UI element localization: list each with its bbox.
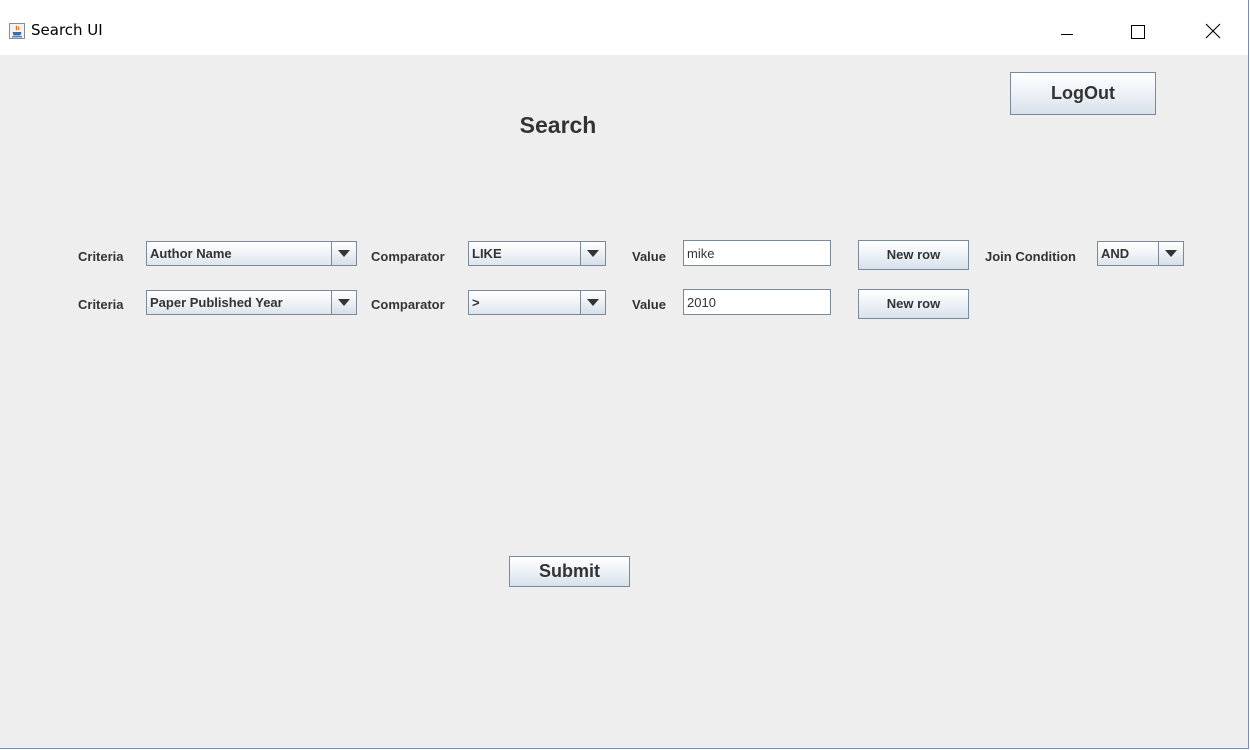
submit-button[interactable]: Submit [509, 556, 630, 587]
search-ui-window: Search UI Search LogOut Criteria Author … [0, 0, 1249, 749]
chevron-down-icon [587, 299, 599, 306]
minimize-button[interactable] [1044, 12, 1090, 52]
criteria-selected-value: Author Name [150, 246, 232, 261]
comparator-selected-value: LIKE [472, 246, 502, 261]
new-row-button[interactable]: New row [858, 240, 969, 270]
new-row-button[interactable]: New row [858, 289, 969, 319]
comparator-selected-value: > [472, 295, 480, 310]
criteria-select[interactable]: Paper Published Year [146, 290, 357, 315]
criteria-select[interactable]: Author Name [146, 241, 357, 266]
close-icon [1205, 23, 1221, 39]
maximize-icon [1131, 25, 1145, 39]
criteria-label: Criteria [78, 249, 124, 264]
join-condition-select[interactable]: AND [1097, 241, 1184, 266]
value-input[interactable] [683, 289, 831, 315]
logout-button[interactable]: LogOut [1010, 72, 1156, 115]
value-input[interactable] [683, 240, 831, 266]
criteria-selected-value: Paper Published Year [150, 295, 283, 310]
chevron-down-icon [338, 299, 350, 306]
dropdown-arrow[interactable] [331, 291, 356, 314]
maximize-button[interactable] [1114, 12, 1160, 52]
comparator-label: Comparator [371, 249, 445, 264]
value-label: Value [632, 249, 666, 264]
join-condition-label: Join Condition [985, 249, 1076, 264]
comparator-select[interactable]: LIKE [468, 241, 606, 266]
value-label: Value [632, 297, 666, 312]
dropdown-arrow[interactable] [580, 242, 605, 265]
comparator-label: Comparator [371, 297, 445, 312]
criteria-label: Criteria [78, 297, 124, 312]
chevron-down-icon [338, 250, 350, 257]
dropdown-arrow[interactable] [1158, 242, 1183, 265]
minimize-icon [1061, 34, 1073, 35]
comparator-select[interactable]: > [468, 290, 606, 315]
page-title: Search [519, 112, 597, 138]
chevron-down-icon [1165, 250, 1177, 257]
window-title: Search UI [31, 21, 103, 39]
content-panel [0, 55, 1248, 748]
chevron-down-icon [587, 250, 599, 257]
join-condition-selected-value: AND [1101, 246, 1130, 261]
dropdown-arrow[interactable] [331, 242, 356, 265]
dropdown-arrow[interactable] [580, 291, 605, 314]
title-bar[interactable]: Search UI [0, 0, 1248, 55]
close-button[interactable] [1190, 12, 1236, 52]
java-app-icon [9, 23, 25, 39]
